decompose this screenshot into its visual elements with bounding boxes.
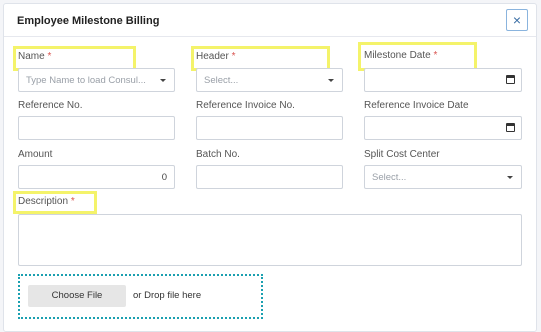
- required-mark: *: [47, 51, 52, 62]
- required-mark: *: [70, 196, 75, 207]
- required-mark: *: [231, 51, 236, 62]
- employee-milestone-billing-dialog: Employee Milestone Billing × Name * Type…: [3, 3, 537, 332]
- close-button[interactable]: ×: [506, 9, 528, 31]
- dialog-title: Employee Milestone Billing: [17, 15, 160, 27]
- batch-no-label: Batch No.: [196, 149, 240, 160]
- split-cost-center-select[interactable]: Select...: [364, 165, 522, 189]
- reference-invoice-no-field[interactable]: [196, 116, 343, 140]
- header-select[interactable]: Select...: [196, 68, 343, 92]
- name-placeholder: Type Name to load Consul...: [26, 75, 146, 86]
- reference-invoice-date-field[interactable]: [364, 116, 522, 140]
- drop-file-text: or Drop file here: [133, 290, 202, 301]
- batch-no-field[interactable]: [196, 165, 343, 189]
- split-cost-center-label: Split Cost Center: [364, 149, 440, 160]
- description-textarea[interactable]: [18, 214, 522, 266]
- calendar-icon[interactable]: [506, 75, 515, 84]
- choose-file-button[interactable]: Choose File: [28, 285, 126, 307]
- reference-invoice-no-label: Reference Invoice No.: [196, 100, 295, 111]
- description-label: Description *: [18, 196, 75, 207]
- chevron-down-icon: [328, 79, 334, 82]
- amount-value: 0: [161, 172, 167, 183]
- amount-field[interactable]: 0: [18, 165, 175, 189]
- close-icon: ×: [512, 12, 522, 28]
- required-mark: *: [433, 50, 438, 61]
- reference-no-label: Reference No.: [18, 100, 83, 111]
- calendar-icon[interactable]: [506, 123, 515, 132]
- amount-label: Amount: [18, 149, 53, 160]
- file-drop-zone[interactable]: Choose File or Drop file here: [18, 274, 263, 319]
- reference-no-field[interactable]: [18, 116, 175, 140]
- header-placeholder: Select...: [204, 75, 239, 86]
- milestone-date-field[interactable]: [364, 68, 522, 92]
- dialog-header: Employee Milestone Billing ×: [4, 4, 536, 37]
- chevron-down-icon: [160, 79, 166, 82]
- name-label: Name *: [18, 51, 52, 62]
- split-cost-center-placeholder: Select...: [372, 172, 407, 183]
- reference-invoice-date-label: Reference Invoice Date: [364, 100, 469, 111]
- header-label: Header *: [196, 51, 236, 62]
- name-select[interactable]: Type Name to load Consul...: [18, 68, 175, 92]
- chevron-down-icon: [507, 176, 513, 179]
- milestone-date-label: Milestone Date *: [364, 50, 438, 61]
